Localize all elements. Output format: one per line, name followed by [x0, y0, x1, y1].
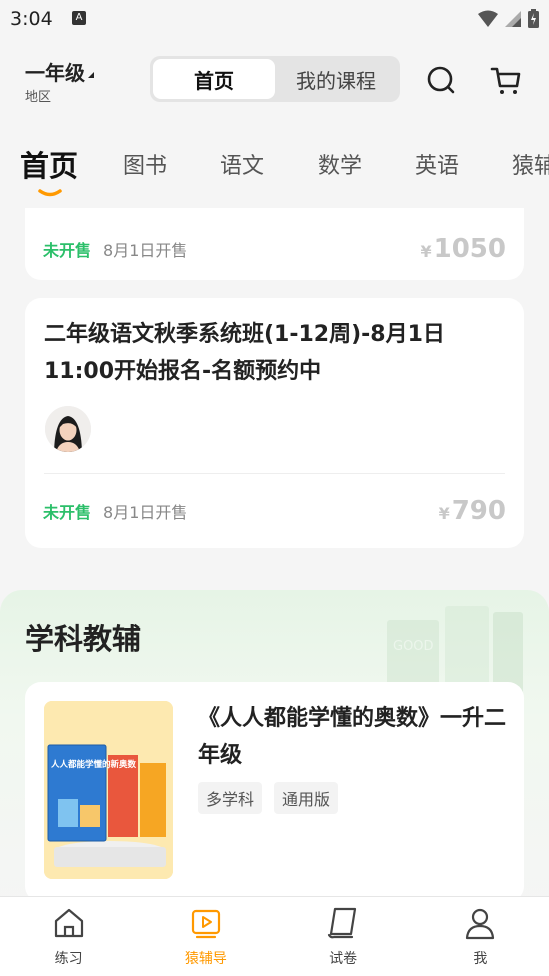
category-tab-math[interactable]: 数学 — [318, 148, 362, 180]
book-title: 《人人都能学懂的奥数》一升二年级 — [198, 706, 507, 768]
book-tags: 多学科 通用版 — [198, 782, 339, 814]
grade-label: 一年级 — [25, 61, 85, 85]
divider — [44, 473, 505, 474]
course-title: 二年级语文秋季系统班(1-12周)-8月1日11:00开始报名-名额预约中 — [44, 322, 445, 384]
nav-label: 练习 — [54, 951, 83, 967]
nav-me[interactable]: 我 — [412, 897, 549, 976]
price-value: 790 — [451, 496, 506, 526]
currency-symbol: ¥ — [420, 242, 432, 261]
teacher-portrait-icon — [45, 406, 91, 452]
currency-symbol: ¥ — [438, 504, 450, 523]
nav-exam-papers[interactable]: 试卷 — [275, 897, 412, 976]
category-tab-chinese[interactable]: 语文 — [220, 148, 264, 180]
tab-home[interactable]: 首页 — [153, 59, 275, 99]
scroll-icon — [328, 907, 357, 939]
signal-icon — [505, 10, 521, 27]
book-card[interactable]: 人人都能学懂的新奥数 《人人都能学懂的奥数》一升二年级 多学科 通用版 — [25, 682, 524, 896]
sale-row: 未开售 8月1日开售 ¥790 — [43, 496, 506, 526]
course-card[interactable]: 未开售 8月1日开售 ¥1050 — [25, 208, 524, 280]
notification-icon: A — [72, 11, 86, 25]
battery-icon — [528, 9, 539, 28]
course-price: ¥790 — [439, 496, 506, 526]
category-tab-english[interactable]: 英语 — [415, 148, 459, 180]
deco-text: GOOD — [393, 639, 434, 654]
sale-status: 未开售 — [43, 503, 92, 522]
course-price: ¥1050 — [420, 234, 506, 264]
category-tabs: 首页 图书 语文 数学 英语 猿辅 — [0, 128, 549, 208]
wifi-icon — [478, 10, 498, 27]
play-icon — [191, 909, 220, 939]
sale-date: 8月1日开售 — [103, 503, 188, 522]
nav-label: 我 — [473, 951, 488, 967]
active-tab-indicator — [38, 189, 62, 197]
book-tag: 多学科 — [198, 782, 263, 814]
search-icon[interactable] — [425, 64, 457, 96]
house-icon — [54, 908, 83, 938]
nav-tutoring[interactable]: 猿辅导 — [137, 897, 274, 976]
nav-label: 猿辅导 — [184, 951, 227, 967]
category-tab-home[interactable]: 首页 — [20, 143, 78, 185]
book-tag: 通用版 — [274, 782, 339, 814]
section-title: 学科教辅 — [25, 622, 142, 656]
dropdown-triangle-icon — [88, 72, 94, 78]
study-aids-section: GOOD 学科教辅 人人都能学懂的新奥数 《人人都能学懂的奥数》一升二年级 多学… — [0, 590, 549, 896]
price-value: 1050 — [433, 234, 506, 264]
category-tab-books[interactable]: 图书 — [123, 148, 167, 180]
grade-selector[interactable]: 一年级 — [25, 57, 94, 86]
nav-label: 试卷 — [329, 951, 358, 967]
region-label[interactable]: 地区 — [25, 86, 51, 105]
status-bar: 3:04 A — [0, 0, 549, 38]
person-icon — [466, 908, 495, 940]
nav-practice[interactable]: 练习 — [0, 897, 137, 976]
book-cover-image: 人人都能学懂的新奥数 — [44, 701, 173, 879]
status-icons — [478, 9, 539, 28]
app-header: 一年级 地区 首页 我的课程 — [0, 38, 549, 128]
bottom-nav: 练习 猿辅导 试卷 我 — [0, 896, 549, 976]
cart-icon[interactable] — [490, 64, 522, 96]
header-tab-switch: 首页 我的课程 — [150, 56, 400, 102]
content-area[interactable]: 未开售 8月1日开售 ¥1050 二年级语文秋季系统班(1-12周)-8月1日1… — [0, 208, 549, 896]
status-time: 3:04 — [10, 8, 53, 30]
sale-row: 未开售 8月1日开售 ¥1050 — [43, 234, 506, 264]
tab-my-courses[interactable]: 我的课程 — [275, 59, 397, 99]
category-tab-more[interactable]: 猿辅 — [512, 148, 549, 180]
sale-status: 未开售 — [43, 241, 92, 260]
book-cover-art: 人人都能学懂的新奥数 — [44, 701, 173, 879]
course-card[interactable]: 二年级语文秋季系统班(1-12周)-8月1日11:00开始报名-名额预约中 未开… — [25, 298, 524, 548]
sale-date: 8月1日开售 — [103, 241, 188, 260]
cover-title-text: 人人都能学懂的新奥数 — [51, 759, 137, 770]
teacher-avatar — [45, 406, 91, 452]
